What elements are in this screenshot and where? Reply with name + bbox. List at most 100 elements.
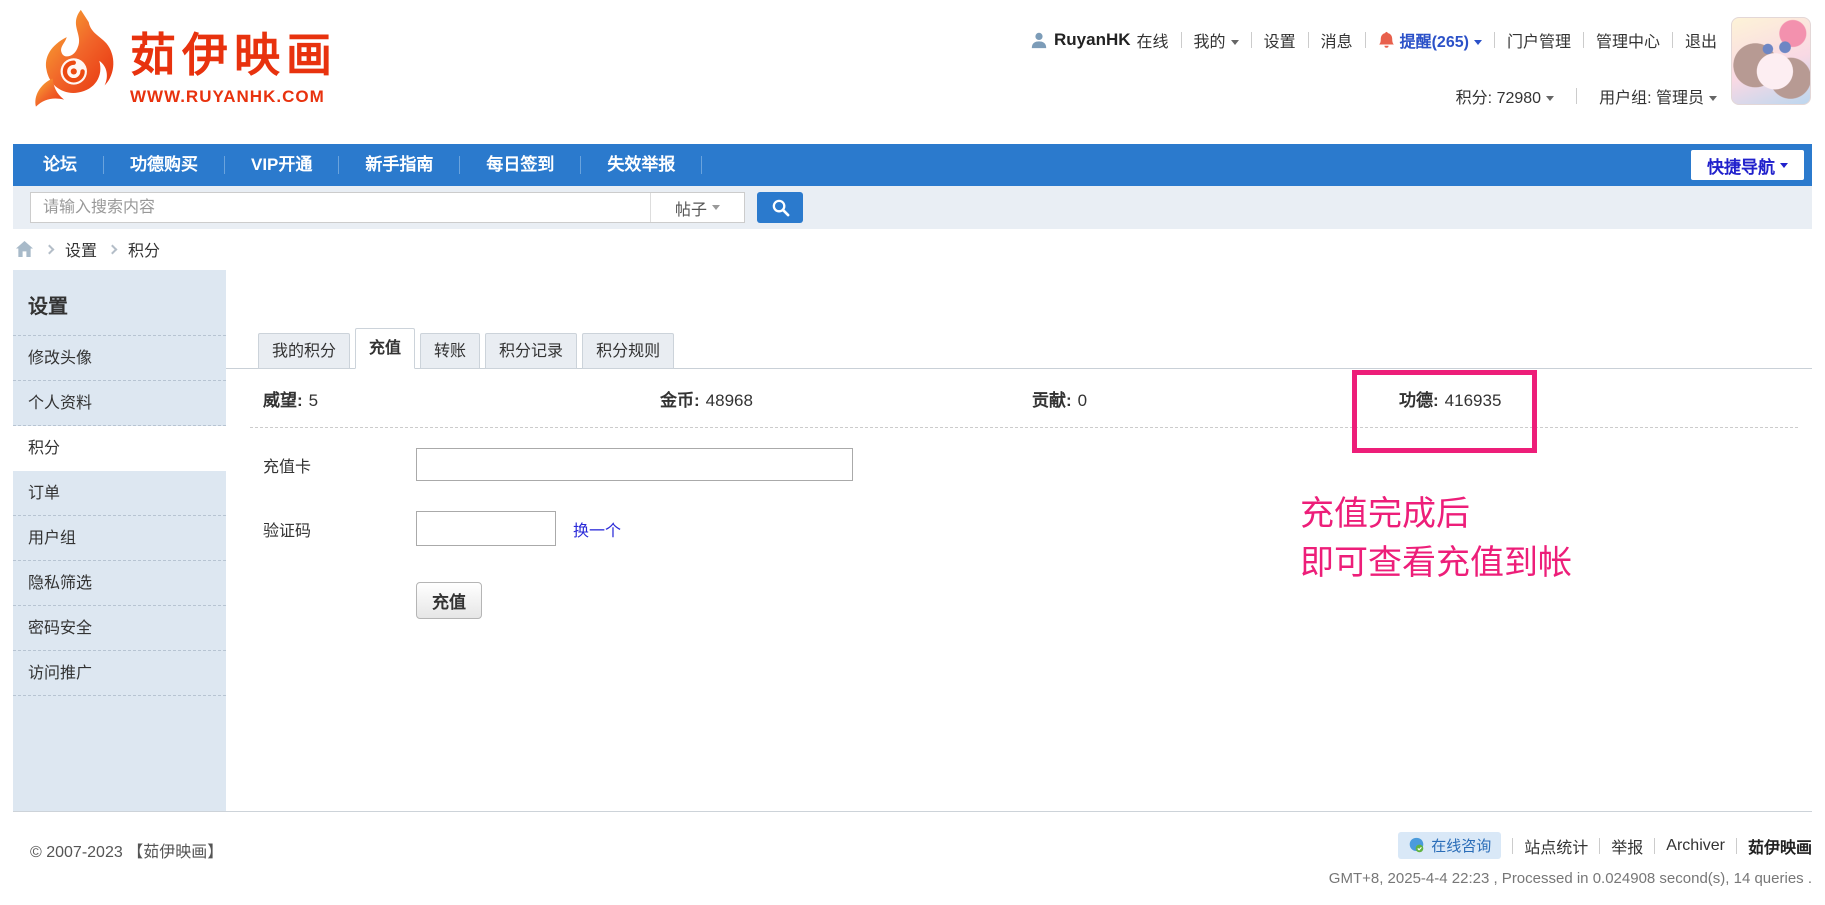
user-icon <box>1030 31 1048 49</box>
tab-credit-rules[interactable]: 积分规则 <box>582 333 674 369</box>
archiver-link[interactable]: Archiver <box>1666 837 1725 855</box>
sidebar-item-orders[interactable]: 订单 <box>13 471 226 516</box>
separator <box>1251 32 1252 48</box>
caret-down-icon <box>1546 96 1554 101</box>
nav-item-vip[interactable]: VIP开通 <box>225 144 338 186</box>
footer-site-name[interactable]: 茹伊映画 <box>1748 834 1812 858</box>
report-link[interactable]: 举报 <box>1611 834 1643 858</box>
site-title: 茹伊映画 <box>130 19 338 85</box>
credits-dropdown[interactable]: 积分: 72980 <box>1456 84 1554 108</box>
breadcrumb-settings[interactable]: 设置 <box>65 237 97 261</box>
stat-prestige: 威望:5 <box>250 386 647 411</box>
quick-nav-button[interactable]: 快捷导航 <box>1691 150 1804 180</box>
nav-item-report-invalid[interactable]: 失效举报 <box>581 144 701 186</box>
username-link[interactable]: RuyanHK <box>1054 30 1131 50</box>
breadcrumb-credits[interactable]: 积分 <box>128 237 160 261</box>
credits-content: 我的积分 充值 转账 积分记录 积分规则 威望:5 金币:48968 贡献:0 … <box>226 270 1812 811</box>
chat-icon <box>1408 837 1425 854</box>
search-type-dropdown[interactable]: 帖子 <box>650 193 744 222</box>
settings-link[interactable]: 设置 <box>1264 28 1296 52</box>
separator <box>1308 32 1309 48</box>
sidebar-item-credits[interactable]: 积分 <box>13 426 226 471</box>
user-bar-line2: 积分: 72980 用户组: 管理员 <box>1030 85 1717 107</box>
tab-recharge[interactable]: 充值 <box>355 328 415 369</box>
separator <box>1365 32 1366 48</box>
separator <box>1181 32 1182 48</box>
nav-item-newbie-guide[interactable]: 新手指南 <box>339 144 459 186</box>
captcha-refresh-link[interactable]: 换一个 <box>573 517 621 541</box>
separator <box>1599 838 1600 854</box>
nav-item-daily-checkin[interactable]: 每日签到 <box>460 144 580 186</box>
separator <box>1672 32 1673 48</box>
online-status: 在线 <box>1137 28 1169 52</box>
sidebar-item-profile[interactable]: 个人资料 <box>13 381 226 426</box>
stat-gold: 金币:48968 <box>647 386 1019 411</box>
main-navbar: 论坛 功德购买 VIP开通 新手指南 每日签到 失效举报 快捷导航 <box>13 144 1812 186</box>
site-stats-link[interactable]: 站点统计 <box>1524 834 1588 858</box>
breadcrumb: 设置 积分 <box>15 237 160 261</box>
credit-stats-row: 威望:5 金币:48968 贡献:0 功德:416935 <box>250 369 1798 428</box>
credits-tabs: 我的积分 充值 转账 积分记录 积分规则 <box>226 328 1812 369</box>
site-url: WWW.RUYANHK.COM <box>130 87 338 107</box>
caret-down-icon <box>1231 40 1239 45</box>
separator <box>1512 838 1513 854</box>
site-logo[interactable]: 茹伊映画 WWW.RUYANHK.COM <box>28 8 338 117</box>
copyright-text: © 2007-2023 【茹伊映画】 <box>30 838 223 862</box>
recharge-card-input[interactable] <box>416 448 853 481</box>
stat-contribution: 贡献:0 <box>1019 386 1386 411</box>
search-band: 帖子 <box>13 186 1812 229</box>
settings-sidebar: 设置 修改头像 个人资料 积分 订单 用户组 隐私筛选 密码安全 访问推广 <box>13 270 226 811</box>
separator <box>1583 32 1584 48</box>
separator <box>1654 838 1655 854</box>
chevron-right-icon <box>45 244 55 254</box>
tab-transfer[interactable]: 转账 <box>420 333 480 369</box>
messages-link[interactable]: 消息 <box>1321 28 1353 52</box>
search-icon <box>771 198 790 217</box>
portal-admin-link[interactable]: 门户管理 <box>1507 28 1571 52</box>
separator <box>1576 88 1577 104</box>
sidebar-item-password-security[interactable]: 密码安全 <box>13 606 226 651</box>
admin-center-link[interactable]: 管理中心 <box>1596 28 1660 52</box>
captcha-row: 验证码 换一个 <box>263 511 1812 546</box>
bell-icon <box>1378 31 1395 49</box>
nav-item-forum[interactable]: 论坛 <box>13 144 103 186</box>
tab-credit-log[interactable]: 积分记录 <box>485 333 577 369</box>
submit-row: 充值 <box>416 582 1812 619</box>
recharge-card-row: 充值卡 <box>263 448 1812 481</box>
user-bar: RuyanHK 在线 我的 设置 消息 提醒(265) 门户管理 管理中心 退出 <box>1030 0 1717 107</box>
separator <box>1736 838 1737 854</box>
caret-down-icon <box>1780 163 1788 168</box>
home-icon[interactable] <box>15 240 34 258</box>
caret-down-icon <box>712 205 720 210</box>
page: 茹伊映画 WWW.RUYANHK.COM RuyanHK 在线 我的 设置 消息 <box>0 0 1825 905</box>
usergroup-dropdown[interactable]: 用户组: 管理员 <box>1599 84 1717 108</box>
sidebar-item-usergroup[interactable]: 用户组 <box>13 516 226 561</box>
alerts-menu[interactable]: 提醒(265) <box>1400 28 1482 52</box>
footer-meta-text: GMT+8, 2025-4-4 22:23 , Processed in 0.0… <box>1329 870 1812 887</box>
stat-merit: 功德:416935 <box>1386 386 1798 411</box>
tab-my-credits[interactable]: 我的积分 <box>258 333 350 369</box>
sidebar-title: 设置 <box>13 270 226 336</box>
caret-down-icon <box>1474 40 1482 45</box>
search-input[interactable] <box>31 193 649 222</box>
footer: © 2007-2023 【茹伊映画】 在线咨询 站点统计 举报 Archiver… <box>13 812 1812 905</box>
search-button[interactable] <box>757 192 803 223</box>
logout-link[interactable]: 退出 <box>1685 28 1717 52</box>
captcha-input[interactable] <box>416 511 556 546</box>
online-support-button[interactable]: 在线咨询 <box>1398 832 1501 859</box>
user-avatar[interactable] <box>1731 17 1811 105</box>
separator <box>1494 32 1495 48</box>
flame-logo-icon <box>28 8 116 117</box>
captcha-label: 验证码 <box>263 517 416 541</box>
header: 茹伊映画 WWW.RUYANHK.COM RuyanHK 在线 我的 设置 消息 <box>0 0 1825 144</box>
nav-item-merit-shop[interactable]: 功德购买 <box>104 144 224 186</box>
search-box: 帖子 <box>30 192 745 223</box>
my-menu[interactable]: 我的 <box>1194 28 1239 52</box>
footer-links: 在线咨询 站点统计 举报 Archiver 茹伊映画 <box>1398 832 1812 859</box>
sidebar-item-promotion[interactable]: 访问推广 <box>13 651 226 696</box>
recharge-submit-button[interactable]: 充值 <box>416 582 482 619</box>
sidebar-item-privacy[interactable]: 隐私筛选 <box>13 561 226 606</box>
sidebar-item-avatar[interactable]: 修改头像 <box>13 336 226 381</box>
recharge-card-label: 充值卡 <box>263 453 416 477</box>
caret-down-icon <box>1709 96 1717 101</box>
